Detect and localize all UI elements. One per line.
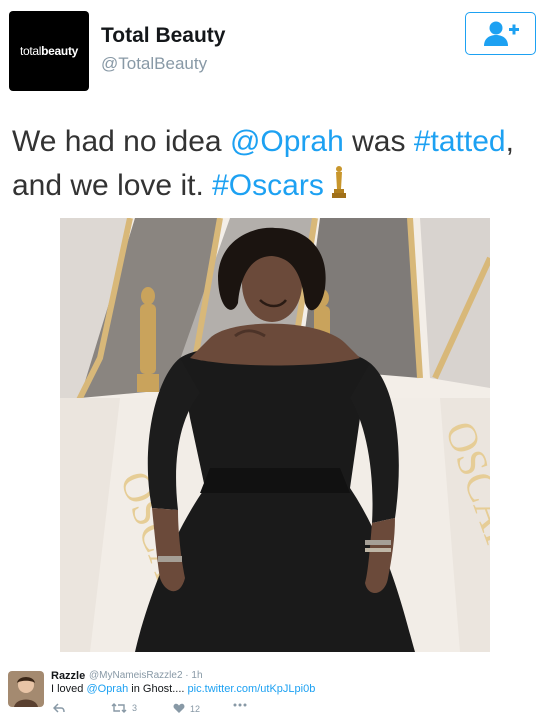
avatar-logo: totalbeauty bbox=[19, 44, 79, 58]
reply-mention-link[interactable]: @Oprah bbox=[86, 683, 128, 695]
more-dots-icon bbox=[233, 703, 247, 707]
photo-illustration: OSCARS OSCARS bbox=[60, 218, 490, 652]
reply-display-name[interactable]: Razzle bbox=[51, 670, 85, 682]
more-button[interactable] bbox=[233, 703, 247, 707]
reply-media-link[interactable]: pic.twitter.com/utKpJLpi0b bbox=[188, 683, 316, 695]
like-count: 12 bbox=[190, 703, 201, 714]
reply-action-bar: 3 12 bbox=[51, 703, 271, 717]
reply-arrow-icon bbox=[53, 703, 65, 713]
hashtag-link-oscars[interactable]: #Oscars bbox=[212, 169, 324, 202]
retweet-button[interactable]: 3 bbox=[111, 703, 137, 713]
follow-user-icon bbox=[483, 21, 519, 46]
mention-link[interactable]: @Oprah bbox=[230, 125, 344, 158]
reply-text-part: in Ghost.... bbox=[128, 683, 188, 695]
reply-text-part: I loved bbox=[51, 683, 87, 695]
heart-icon bbox=[173, 703, 185, 713]
tweet-text-part: We had no idea bbox=[12, 125, 230, 158]
tweet-photo[interactable]: OSCARS OSCARS bbox=[60, 218, 490, 652]
retweet-icon bbox=[111, 703, 127, 713]
account-avatar[interactable]: totalbeauty bbox=[9, 11, 89, 91]
reply-button[interactable] bbox=[53, 703, 65, 713]
account-handle[interactable]: @TotalBeauty bbox=[101, 54, 207, 74]
tweet-text-part: and we love it. bbox=[12, 169, 213, 202]
tweet-card: totalbeauty Total Beauty @TotalBeauty We… bbox=[0, 0, 556, 723]
tweet-text-part: was bbox=[343, 125, 414, 158]
display-name[interactable]: Total Beauty bbox=[101, 24, 225, 48]
tweet-text-part: , bbox=[505, 125, 514, 158]
retweet-count: 3 bbox=[132, 703, 138, 713]
reply-handle-time[interactable]: @MyNameisRazzle2 · 1h bbox=[89, 670, 203, 681]
hashtag-link-tatted[interactable]: #tatted bbox=[414, 125, 506, 158]
tweet-text: We had no idea @Oprah was #tatted, and w… bbox=[12, 120, 542, 212]
oscar-statue-icon bbox=[330, 165, 348, 212]
like-button[interactable]: 12 bbox=[173, 703, 200, 714]
reply-text: I loved @Oprah in Ghost.... pic.twitter.… bbox=[51, 683, 315, 695]
reply-avatar[interactable] bbox=[8, 671, 44, 707]
follow-button[interactable] bbox=[465, 12, 536, 55]
